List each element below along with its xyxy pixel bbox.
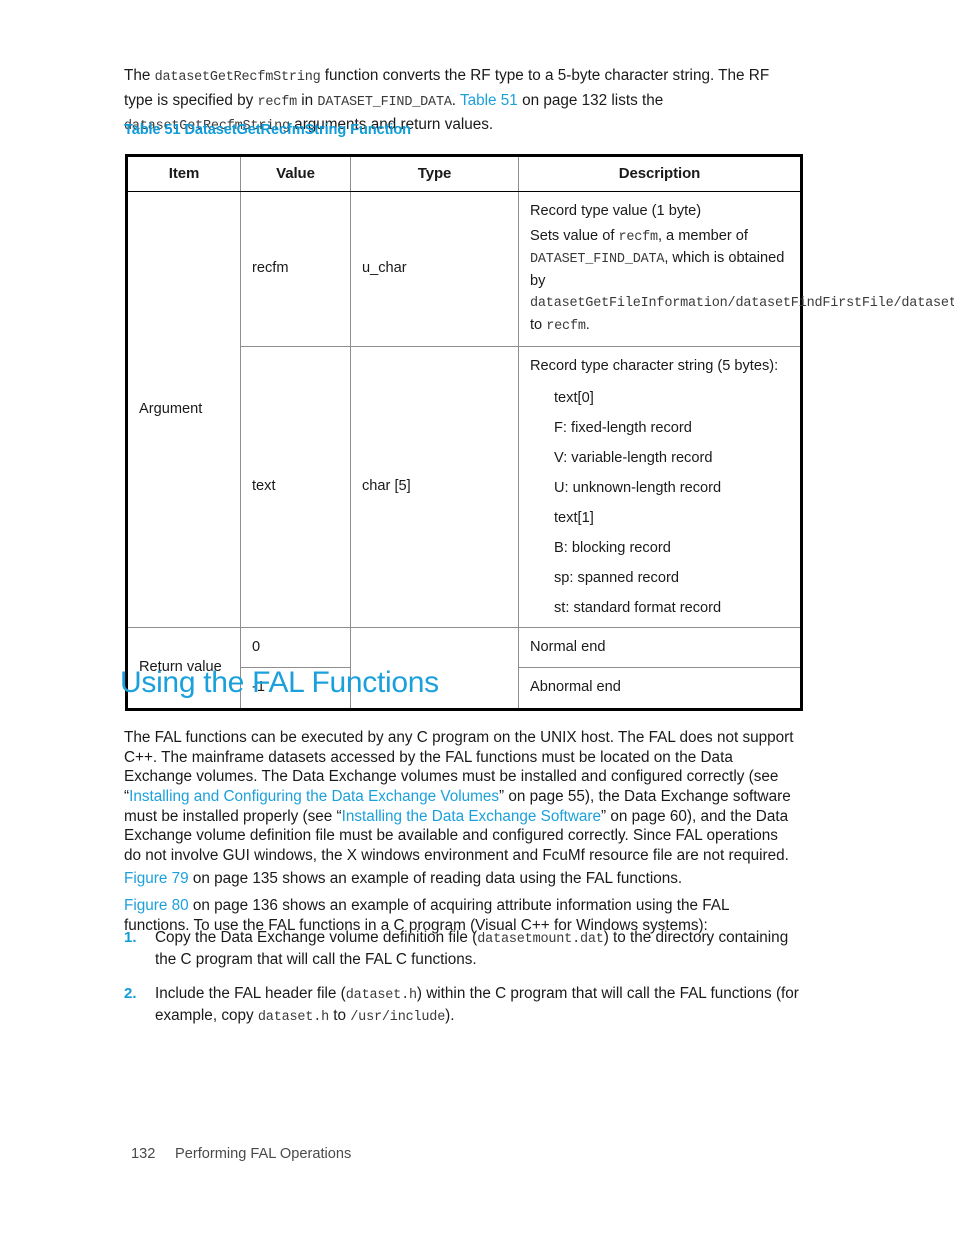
list-item: B: blocking record	[554, 539, 671, 556]
desc-recfm-t5: .	[585, 316, 590, 333]
intro-text-4: .	[451, 91, 460, 109]
code-recfm-2: recfm	[618, 229, 658, 245]
table-header-row: Item Value Type Description	[126, 155, 802, 192]
table-51-wrapper: Item Value Type Description Argument rec…	[125, 154, 954, 711]
step-number-1: 1.	[124, 929, 137, 946]
code-usr-include: /usr/include	[350, 1009, 446, 1025]
code-recfm-1: recfm	[257, 94, 298, 110]
cell-type-uchar-text: u_char	[362, 260, 407, 277]
link-installing-data-exchange-software[interactable]: Installing the Data Exchange Software	[342, 808, 601, 825]
link-installing-configuring-volumes[interactable]: Installing and Configuring the Data Exch…	[129, 788, 499, 805]
step-1-text-a: Copy the Data Exchange volume definition…	[155, 929, 478, 946]
cell-value-return-0: 0	[240, 626, 351, 668]
fal-description-paragraph: The FAL functions can be executed by any…	[124, 728, 796, 865]
code-dataset-find-data-2: DATASET_FIND_DATA	[530, 252, 665, 267]
footer-page-number: 132	[131, 1146, 156, 1162]
list-item: F: fixed-length record	[554, 419, 692, 436]
step-2-text-d: ).	[445, 1006, 455, 1024]
step-2-text-c: to	[329, 1006, 351, 1024]
cell-value-recfm-text: recfm	[252, 260, 289, 277]
cell-description-return-minus1: Abnormal end	[518, 667, 802, 710]
link-figure-80[interactable]: Figure 80	[124, 897, 189, 914]
cell-value-text: text	[240, 346, 351, 628]
desc-recfm-line-1: Record type value (1 byte)	[530, 203, 702, 219]
list-item: text[0]	[554, 389, 594, 406]
step-2-text-a: Include the FAL header file (	[155, 985, 346, 1003]
page-footer: 132 Performing FAL Operations	[131, 1146, 351, 1162]
column-header-item: Item	[126, 155, 241, 192]
cell-type-char5-text: char [5]	[362, 478, 411, 494]
desc-text-line-1: Record type character string (5 bytes):	[530, 358, 779, 374]
cell-description-text-body: Record type character string (5 bytes): …	[519, 347, 800, 627]
code-datasetfindfirstfile: datasetFindFirstFile	[735, 296, 894, 311]
table-body: Argument recfm u_char Record type value …	[126, 191, 954, 710]
desc-recfm-line-2: Sets value of recfm, a member of DATASET…	[530, 226, 954, 338]
list-item: U: unknown-length record	[554, 479, 722, 496]
table-caption: Table 51 DatasetGetRecfmString Function	[124, 122, 411, 138]
column-header-value: Value	[240, 155, 351, 192]
figure-79-text: on page 135 shows an example of reading …	[188, 870, 683, 888]
cell-description-text: Record type character string (5 bytes): …	[518, 346, 802, 628]
page-title: Using the FAL Functions	[120, 666, 439, 699]
intro-text-5: on page 132 lists the	[517, 91, 664, 109]
footer-title: Performing FAL Operations	[175, 1146, 352, 1162]
list-item: sp: spanned record	[554, 569, 679, 586]
list-item: 1. Copy the Data Exchange volume definiti…	[124, 928, 804, 969]
desc-recfm-t1: Sets value of	[530, 227, 619, 244]
link-table-51[interactable]: Table 51	[460, 92, 518, 109]
cell-value-text-text: text	[252, 478, 276, 494]
table-51: Item Value Type Description Argument rec…	[125, 154, 954, 711]
cell-description-return-0-text: Normal end	[530, 638, 606, 655]
code-datasetmount-dat: datasetmount.dat	[477, 932, 604, 947]
cell-type-return-empty-text	[351, 628, 518, 668]
list-item: st: standard format record	[554, 599, 722, 616]
cell-item-argument: Argument	[126, 191, 241, 628]
intro-text-1: The	[124, 67, 155, 85]
cell-description-return-0: Normal end	[518, 626, 802, 668]
table-row-return-normal: Return value 0 Normal end	[126, 626, 802, 710]
link-figure-79[interactable]: Figure 79	[124, 870, 189, 887]
cell-item-argument-text: Argument	[139, 400, 203, 417]
code-datasetfindnextfile: datasetFindNextFile	[901, 296, 954, 311]
list-item: V: variable-length record	[554, 449, 713, 466]
code-datasetgetfileinformation: datasetGetFileInformation	[530, 296, 728, 311]
cell-type-char5: char [5]	[350, 346, 519, 628]
code-dataset-h-1: dataset.h	[345, 988, 417, 1004]
cell-description-recfm-body: Record type value (1 byte) Sets value of…	[519, 192, 954, 346]
code-dataset-h-2: dataset.h	[257, 1009, 330, 1025]
cell-value-return-0-text: 0	[252, 638, 261, 655]
cell-type-uchar: u_char	[350, 191, 519, 347]
cell-description-return-minus1-text: Abnormal end	[530, 679, 621, 695]
step-number-2: 2.	[124, 985, 137, 1003]
code-dataset-find-data-1: DATASET_FIND_DATA	[317, 94, 452, 110]
cell-value-recfm: recfm	[240, 191, 351, 347]
figure-79-paragraph: Figure 79 on page 135 shows an example o…	[124, 869, 796, 889]
cell-description-recfm: Record type value (1 byte) Sets value of…	[518, 191, 954, 347]
code-datasetgetrecfmstring-1: datasetGetRecfmString	[154, 70, 321, 86]
table-row-recfm: Argument recfm u_char Record type value …	[126, 191, 954, 628]
intro-text-3: in	[297, 91, 318, 109]
column-header-description: Description	[518, 155, 802, 192]
document-page: The datasetGetRecfmString function conve…	[0, 0, 954, 1235]
steps-list: 1. Copy the Data Exchange volume definiti…	[124, 928, 804, 1042]
table-header: Item Value Type Description	[126, 155, 802, 192]
list-item: 2. Include the FAL header file (dataset.h…	[124, 984, 804, 1027]
list-item: text[1]	[554, 509, 594, 526]
desc-recfm-t2: , a member of	[657, 227, 748, 244]
column-header-type: Type	[350, 155, 519, 192]
code-recfm-3: recfm	[546, 318, 586, 334]
desc-text-sublist: text[0] F: fixed-length record V: variab…	[530, 389, 790, 618]
